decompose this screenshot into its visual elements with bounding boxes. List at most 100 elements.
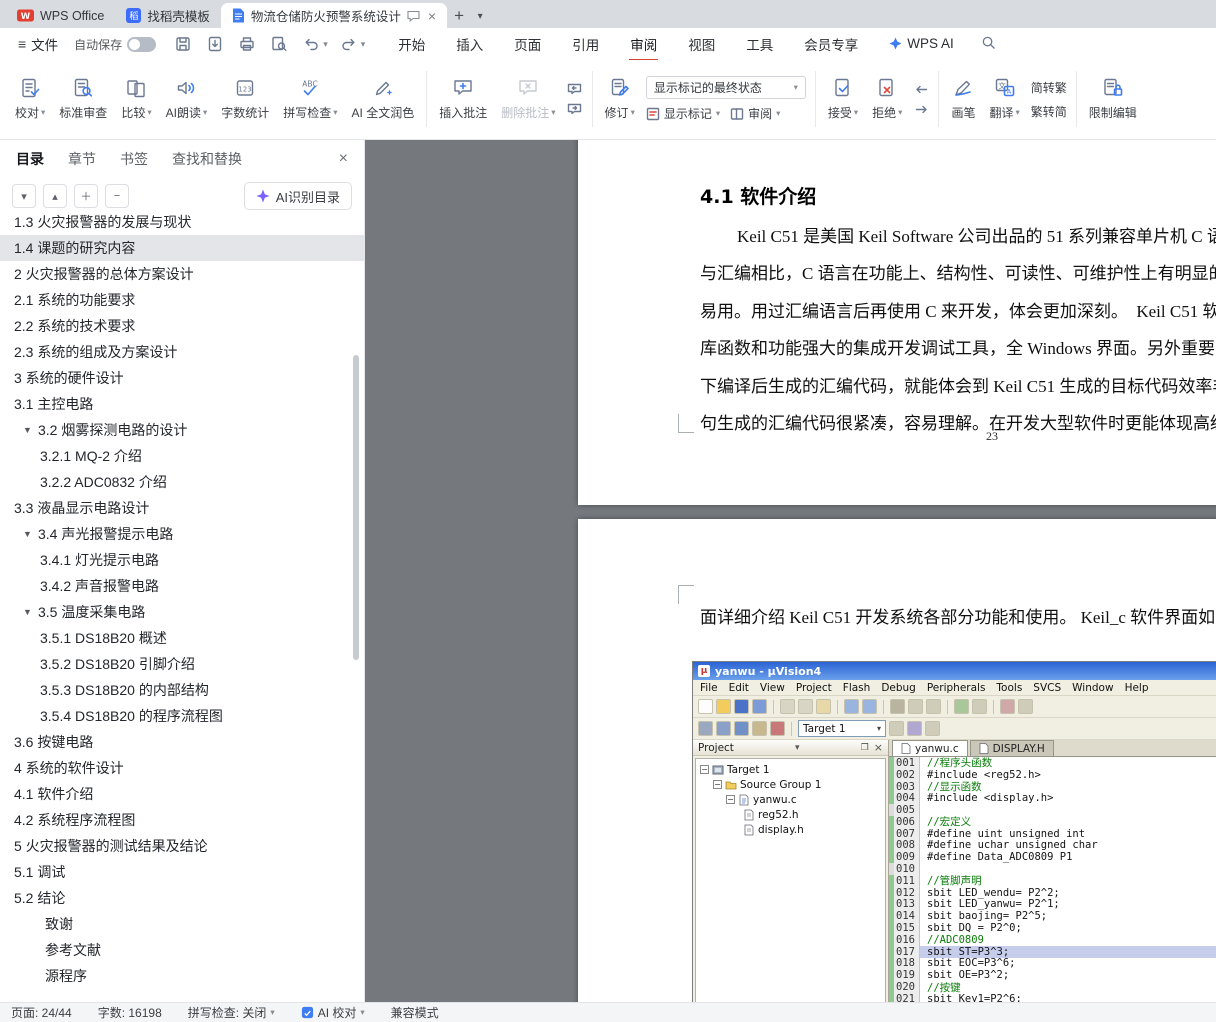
simplified-to-traditional-button[interactable]: 简转繁	[1031, 79, 1067, 96]
editor-tab-display-h[interactable]: DISPLAY.H	[970, 740, 1054, 756]
next-revision-button[interactable]	[911, 101, 931, 117]
export-button[interactable]	[204, 33, 226, 55]
ai-recognize-toc-button[interactable]: AI识别目录	[244, 182, 352, 210]
accept-button[interactable]: 接受▾	[821, 65, 865, 133]
toc-item[interactable]: ▼ 3.5 温度采集电路	[0, 599, 364, 625]
tree-node-header1[interactable]: reg52.h	[743, 807, 883, 822]
code-line[interactable]: 009 #define Data_ADC0809 P1	[889, 851, 1216, 863]
restrict-edit-button[interactable]: 限制编辑	[1082, 65, 1144, 133]
sidebar-scrollbar[interactable]	[353, 355, 359, 660]
save-button[interactable]	[172, 33, 194, 55]
zoom-in-toc-button[interactable]: ＋	[74, 184, 98, 208]
spell-check-status[interactable]: 拼写检查: 关闭▾	[188, 1004, 275, 1021]
print-preview-button[interactable]	[268, 33, 290, 55]
redo-icon[interactable]	[338, 33, 360, 55]
sidebar-tab-toc[interactable]: 目录	[16, 149, 44, 169]
toc-item[interactable]: ▼ 3.2.2 ADC0832 介绍	[0, 469, 364, 495]
toc-collapse-icon[interactable]: ▼	[23, 529, 38, 539]
menu-insert[interactable]: 插入	[455, 28, 484, 61]
toc-collapse-icon[interactable]: ▼	[23, 425, 38, 435]
toc-item[interactable]: ▼ 3.3 液晶显示电路设计	[0, 495, 364, 521]
code-line[interactable]: 006 //宏定义	[889, 816, 1216, 828]
tree-collapse-icon[interactable]: −	[700, 765, 709, 774]
code-line[interactable]: 012 sbit LED_wendu= P2^2;	[889, 887, 1216, 899]
toc-item[interactable]: ▼ 3.2.1 MQ-2 介绍	[0, 443, 364, 469]
compatibility-mode-indicator[interactable]: 兼容模式	[391, 1004, 439, 1021]
tree-node-header2[interactable]: display.h	[743, 822, 883, 837]
redo-dropdown-icon[interactable]: ▾	[361, 39, 366, 50]
page-indicator[interactable]: 页面: 24/44	[11, 1004, 72, 1021]
code-editor[interactable]: 001 //程序头函数 002 #include <reg52.h>	[889, 757, 1216, 1002]
toc-item[interactable]: ▼ 5 火灾报警器的测试结果及结论	[0, 833, 364, 859]
document-page-23[interactable]: 4.1 软件介绍 Keil C51 是美国 Keil Software 公司出品…	[578, 140, 1216, 505]
insert-comment-button[interactable]: 插入批注	[432, 65, 494, 133]
toc-item[interactable]: ▼ 3.4 声光报警提示电路	[0, 521, 364, 547]
undo-control[interactable]: ▾	[300, 33, 328, 55]
track-changes-button[interactable]: 修订▾	[598, 65, 642, 133]
comment-cloud-icon[interactable]	[407, 10, 420, 22]
toc-item[interactable]: ▼ 2 火灾报警器的总体方案设计	[0, 261, 364, 287]
ai-read-aloud-button[interactable]: AI朗读▾	[159, 65, 215, 133]
code-line[interactable]: 008 #define uchar unsigned char	[889, 840, 1216, 852]
toc-item[interactable]: ▼ 5.1 调试	[0, 859, 364, 885]
ai-polish-button[interactable]: AI 全文润色	[345, 65, 422, 133]
previous-revision-button[interactable]	[911, 81, 931, 97]
ai-proofread-status[interactable]: AI 校对▾	[301, 1004, 365, 1021]
delete-comment-button[interactable]: 删除批注▾	[494, 65, 562, 133]
toc-collapse-icon[interactable]: ▼	[23, 607, 38, 617]
code-line[interactable]: 013 sbit LED_yanwu= P2^1;	[889, 899, 1216, 911]
toc-item[interactable]: ▼ 2.3 系统的组成及方案设计	[0, 339, 364, 365]
close-sidebar-icon[interactable]: ×	[339, 150, 348, 168]
code-line[interactable]: 007 #define uint unsigned int	[889, 828, 1216, 840]
toc-item[interactable]: ▼ 4.1 软件介绍	[0, 781, 364, 807]
panel-pin-icon[interactable]: ❐	[861, 743, 869, 753]
tab-docer[interactable]: 稻 找稻壳模板	[115, 3, 221, 28]
toc-item[interactable]: ▼ 3.6 按键电路	[0, 729, 364, 755]
sidebar-tab-bookmarks[interactable]: 书签	[120, 149, 148, 169]
toc-item[interactable]: ▼ 4 系统的软件设计	[0, 755, 364, 781]
tree-node-main-file[interactable]: − yanwu.c	[726, 792, 883, 807]
editor-tab-yanwu[interactable]: yanwu.c	[892, 740, 968, 756]
search-icon[interactable]	[981, 35, 996, 53]
code-line[interactable]: 021 sbit Key1=P2^6;	[889, 993, 1216, 1002]
panel-close-icon[interactable]: ×	[874, 741, 883, 754]
menu-review[interactable]: 审阅	[629, 28, 658, 61]
toc-item[interactable]: ▼ 3.1 主控电路	[0, 391, 364, 417]
menu-wps-ai[interactable]: WPS AI	[888, 30, 955, 58]
new-tab-button[interactable]: +	[447, 4, 471, 28]
menu-tools[interactable]: 工具	[745, 28, 774, 61]
standard-review-button[interactable]: 标准审查	[52, 65, 114, 133]
undo-dropdown-icon[interactable]: ▾	[323, 39, 328, 50]
word-count-button[interactable]: 123 字数统计	[214, 65, 276, 133]
code-line[interactable]: 018 sbit EOC=P3^6;	[889, 958, 1216, 970]
code-line[interactable]: 016 //ADC0809	[889, 934, 1216, 946]
print-button[interactable]	[236, 33, 258, 55]
code-line[interactable]: 004 #include <display.h>	[889, 792, 1216, 804]
traditional-to-simplified-button[interactable]: 繁转简	[1031, 103, 1067, 120]
compare-button[interactable]: 比较▾	[114, 65, 158, 133]
code-line[interactable]: 014 sbit baojing= P2^5;	[889, 910, 1216, 922]
autosave-toggle[interactable]	[127, 37, 156, 52]
toc-item[interactable]: ▼ 致谢	[0, 911, 364, 937]
toc-item[interactable]: ▼ 3.4.1 灯光提示电路	[0, 547, 364, 573]
menu-page[interactable]: 页面	[513, 28, 542, 61]
toc-item[interactable]: ▼ 3.5.2 DS18B20 引脚介绍	[0, 651, 364, 677]
code-line[interactable]: 017 sbit ST=P3^3;	[889, 946, 1216, 958]
tree-node-target[interactable]: − Target 1	[700, 762, 883, 777]
tab-list-dropdown-icon[interactable]: ▾	[471, 4, 489, 28]
panel-dropdown-icon[interactable]: ▾	[795, 743, 800, 753]
sidebar-tab-find-replace[interactable]: 查找和替换	[172, 149, 242, 169]
toc-item[interactable]: ▼ 3.4.2 声音报警电路	[0, 573, 364, 599]
expand-all-button[interactable]: ▴	[43, 184, 67, 208]
code-line[interactable]: 015 sbit DQ = P2^0;	[889, 922, 1216, 934]
toc-item[interactable]: ▼ 2.2 系统的技术要求	[0, 313, 364, 339]
code-line[interactable]: 011 //管脚声明	[889, 875, 1216, 887]
close-tab-icon[interactable]: ×	[428, 8, 436, 24]
previous-comment-button[interactable]	[565, 81, 585, 97]
tree-node-group[interactable]: − Source Group 1	[713, 777, 883, 792]
toc-item[interactable]: ▼ 3.5.3 DS18B20 的内部结构	[0, 677, 364, 703]
menu-view[interactable]: 视图	[687, 28, 716, 61]
toc-item[interactable]: ▼ 3.5.4 DS18B20 的程序流程图	[0, 703, 364, 729]
show-markup-button[interactable]: 显示标记▾	[646, 105, 720, 122]
undo-icon[interactable]	[300, 33, 322, 55]
